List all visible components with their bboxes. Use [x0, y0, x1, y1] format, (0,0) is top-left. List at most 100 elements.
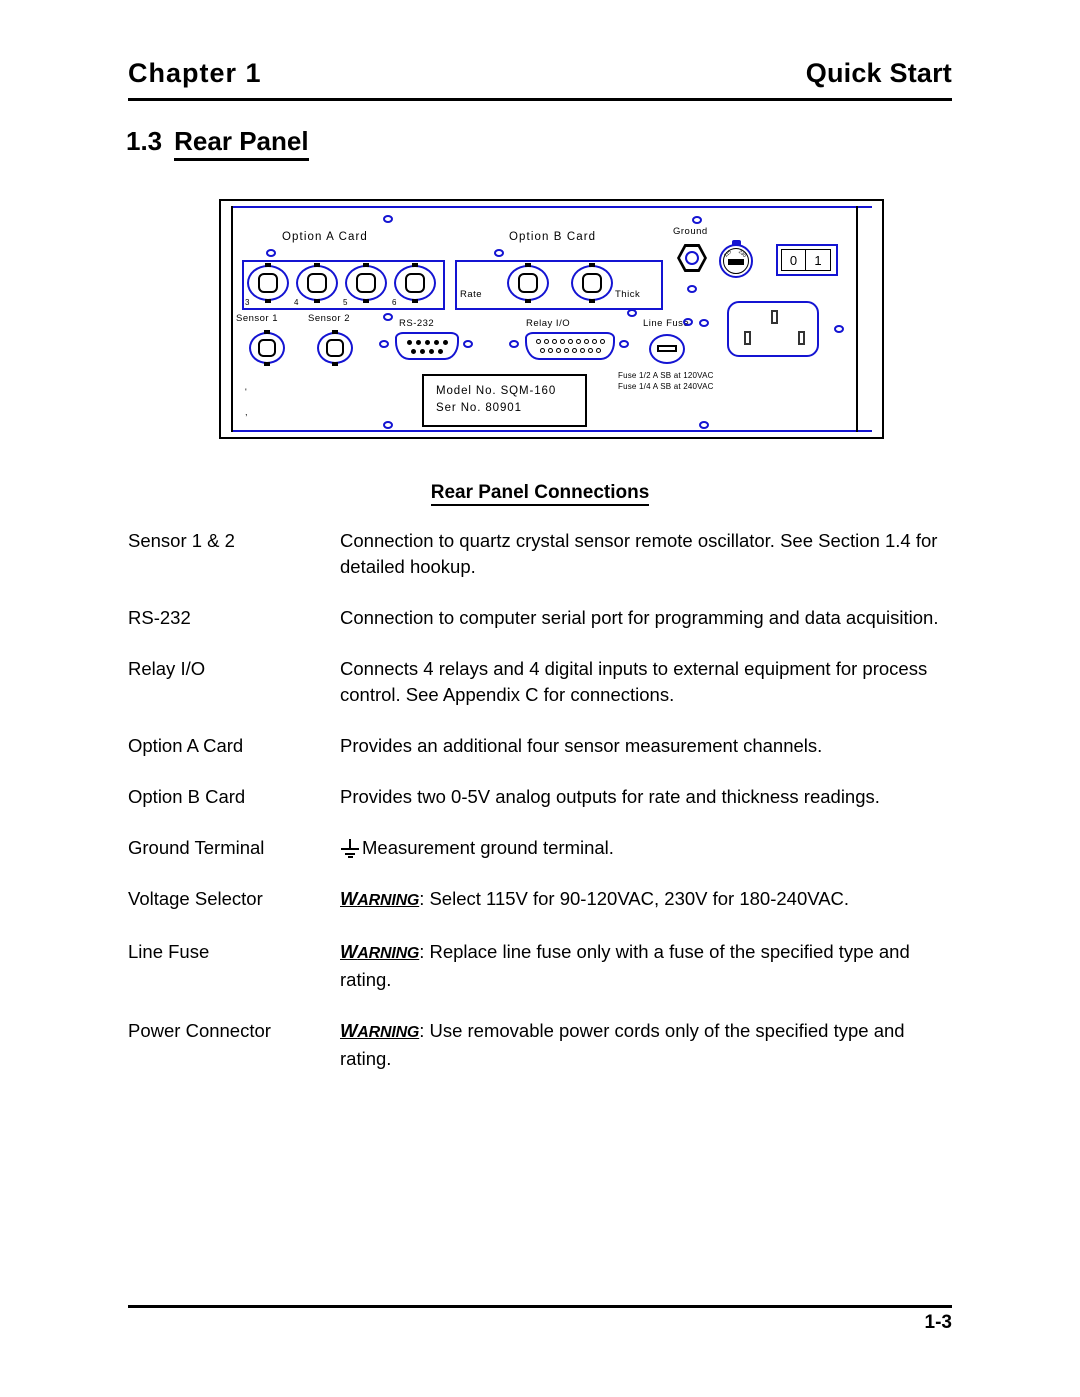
- power-connector-inlet[interactable]: [727, 301, 819, 357]
- option-b-thick-connector[interactable]: [571, 263, 613, 303]
- power-switch-off[interactable]: 0: [781, 249, 806, 271]
- connector-pin-icon: [433, 340, 439, 345]
- connector-pin-icon: [535, 339, 541, 344]
- option-a-channel-label-5: 5: [343, 298, 348, 307]
- power-switch-on[interactable]: 1: [806, 249, 831, 271]
- option-a-channel-6-connector[interactable]: [394, 263, 436, 303]
- screw-hole-icon: [463, 340, 473, 348]
- connection-term: RS-232: [128, 607, 191, 628]
- connection-term: Relay I/O: [128, 658, 206, 679]
- option-b-card-box: [455, 260, 663, 310]
- connection-description: : Use removable power cords only of the …: [340, 1020, 905, 1069]
- option-a-channel-4-connector[interactable]: [296, 263, 338, 303]
- option-a-channel-5-connector[interactable]: [345, 263, 387, 303]
- figure-label-relay-io: Relay I/O: [526, 318, 571, 329]
- screw-hole-icon: [266, 249, 276, 257]
- panel-rail-left: [231, 206, 233, 432]
- connector-pin-icon: [442, 340, 448, 345]
- connector-pin-icon: [539, 348, 545, 353]
- rear-panel-figure: Option A Card 3 4 5 6 Option B Card Rate…: [219, 199, 884, 439]
- connection-row: Voltage Selector WARNING: Select 115V fo…: [128, 886, 958, 914]
- connector-pin-icon: [583, 339, 589, 344]
- line-fuse-holder[interactable]: [649, 334, 685, 364]
- connection-term: Ground Terminal: [128, 837, 265, 858]
- connector-pin-icon: [591, 339, 597, 344]
- connector-pin-icon: [543, 339, 549, 344]
- screw-hole-icon: [834, 325, 844, 333]
- bnc-core-icon: [356, 273, 376, 293]
- connection-row: Sensor 1 & 2 Connection to quartz crysta…: [128, 528, 958, 580]
- option-b-rate-connector[interactable]: [507, 263, 549, 303]
- ground-terminal-nut[interactable]: [677, 244, 707, 272]
- connection-description-warning: WARNING: Use removable power cords only …: [340, 1018, 958, 1072]
- relay-io-connector[interactable]: [525, 332, 615, 360]
- bnc-nub-icon: [314, 263, 320, 267]
- connection-term: Power Connector: [128, 1020, 271, 1041]
- bnc-nub-icon: [525, 299, 531, 303]
- sensor-1-connector[interactable]: [249, 330, 285, 366]
- connection-row: Relay I/O Connects 4 relays and 4 digita…: [128, 656, 958, 708]
- warning-prefix: WARNING: [340, 888, 420, 909]
- screw-hole-icon: [692, 216, 702, 224]
- header-chapter-label: Chapter 1: [128, 58, 262, 88]
- screw-hole-icon: [383, 313, 393, 321]
- screw-hole-icon: [619, 340, 629, 348]
- dial-slot-icon: [728, 259, 744, 265]
- connector-pin-icon: [411, 349, 416, 354]
- connector-pin-icon: [571, 348, 577, 353]
- warning-prefix: WARNING: [340, 941, 420, 962]
- connector-pin-icon: [420, 349, 425, 354]
- figure-label-option-a-card: Option A Card: [282, 231, 368, 243]
- fuse-holder-slot-icon: [657, 345, 677, 352]
- connection-description: : Select 115V for 90-120VAC, 230V for 18…: [419, 888, 850, 909]
- connection-description-with-icon: Measurement ground terminal.: [340, 835, 958, 861]
- bnc-nub-icon: [412, 299, 418, 303]
- nameplate-serial: Ser No. 80901: [436, 402, 522, 414]
- connections-table-heading-text: Rear Panel Connections: [430, 482, 650, 506]
- rear-panel-connections-list: Sensor 1 & 2 Connection to quartz crysta…: [128, 528, 958, 1097]
- connection-term: Option A Card: [128, 735, 244, 756]
- screw-hole-icon: [699, 421, 709, 429]
- power-switch[interactable]: 0 1: [776, 244, 838, 276]
- connection-term: Option B Card: [128, 786, 246, 807]
- rs232-pin-row-top: [397, 340, 457, 345]
- connector-pin-icon: [563, 348, 569, 353]
- figure-label-rate: Rate: [460, 289, 483, 300]
- bnc-nub-icon: [264, 330, 270, 334]
- rs232-connector[interactable]: [395, 332, 459, 360]
- connector-pin-icon: [595, 348, 601, 353]
- panel-tick-mark: ': [245, 387, 247, 397]
- connector-pin-icon: [575, 339, 581, 344]
- bnc-nub-icon: [265, 263, 271, 267]
- bnc-core-icon: [326, 339, 344, 357]
- bnc-nub-icon: [363, 299, 369, 303]
- connection-description: Provides two 0-5V analog outputs for rat…: [340, 786, 880, 807]
- connection-term: Voltage Selector: [128, 888, 263, 909]
- bnc-nub-icon: [314, 299, 320, 303]
- running-header: Chapter 1 Quick Start: [128, 58, 952, 89]
- power-pin-line-icon: [744, 331, 751, 345]
- bnc-core-icon: [258, 339, 276, 357]
- rs232-pin-row-bottom: [397, 349, 457, 354]
- figure-label-sensor-2: Sensor 2: [308, 313, 351, 324]
- connector-pin-icon: [587, 348, 593, 353]
- section-number: 1.3: [126, 126, 163, 156]
- fuse-rating-240v: Fuse 1/4 A SB at 240VAC: [618, 382, 714, 391]
- figure-label-thick: Thick: [615, 289, 641, 300]
- screw-hole-icon: [379, 340, 389, 348]
- power-pin-neutral-icon: [798, 331, 805, 345]
- connector-pin-icon: [579, 348, 585, 353]
- header-divider-rule: [128, 98, 952, 101]
- power-pin-earth-icon: [771, 310, 778, 324]
- bnc-core-icon: [582, 273, 602, 293]
- section-name: Rear Panel: [174, 126, 309, 161]
- connection-row: Ground Terminal Measurement ground termi…: [128, 835, 958, 861]
- bnc-core-icon: [518, 273, 538, 293]
- connector-pin-icon: [424, 340, 430, 345]
- voltage-selector-dial[interactable]: 115 230: [719, 240, 753, 278]
- connections-table-heading: Rear Panel Connections: [0, 482, 1080, 506]
- sensor-2-connector[interactable]: [317, 330, 353, 366]
- option-a-channel-3-connector[interactable]: [247, 263, 289, 303]
- connector-pin-icon: [599, 339, 605, 344]
- bnc-nub-icon: [264, 362, 270, 366]
